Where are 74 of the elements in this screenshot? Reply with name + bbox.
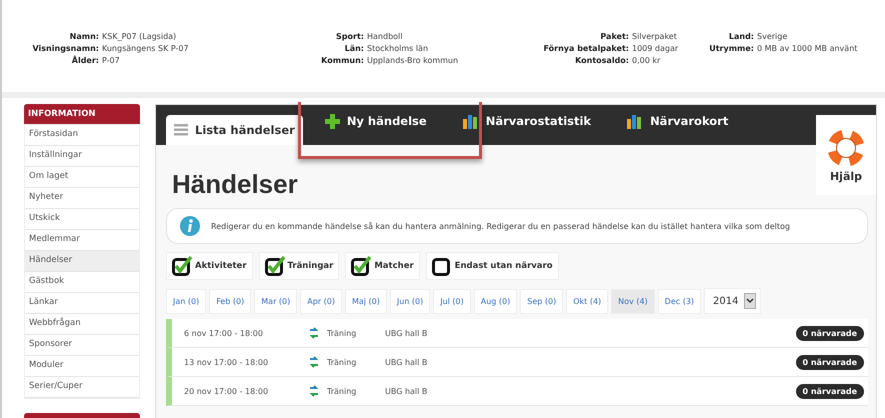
attendance-badge: 0 närvarade [796,326,864,340]
field-value: P-07 [102,56,121,65]
tab[interactable]: Lista händelser [166,115,303,145]
tab[interactable]: Närvarostatistik [448,105,606,137]
month-tab[interactable]: Jun (0) [390,288,430,314]
sidebar-item[interactable]: Inställningar [25,146,139,167]
event-time: 20 nov 17:00 - 18:00 [184,386,270,396]
sidebar-item[interactable]: Moduler [25,356,139,377]
field-label: Namn: [68,32,100,41]
sidebar-item[interactable]: Händelser [25,251,139,272]
event-row[interactable]: 13 nov 17:00 - 18:00 Träning UBG hall B 0 närvarade [166,348,868,377]
month-tab[interactable]: Jan (0) [166,288,206,314]
field-value: KSK_P07 (Lagsida) [102,32,178,41]
month-tab[interactable]: Maj (0) [344,288,387,314]
month-tab[interactable]: Mar (0) [254,288,298,314]
field-value: Kungsängens SK P-07 [102,44,190,53]
sidebar-item[interactable]: Serier/Cuper [25,377,139,398]
sidebar-item[interactable]: Nyheter [25,188,139,209]
field-label: Visningsnamn: [32,44,100,53]
field-label: Sport: [335,32,365,41]
event-time: 6 nov 17:00 - 18:00 [184,328,264,338]
event-row[interactable]: 20 nov 17:00 - 18:00 Träning UBG hall B 0 närvarade [166,377,868,406]
month-tab[interactable]: Okt (4) [566,288,608,314]
month-tab[interactable]: Dec (3) [658,288,702,314]
field-label: Kommun: [320,56,365,65]
field-value: 0,00 kr [632,56,662,65]
month-tab[interactable]: Nov (4) [611,288,655,314]
month-tab[interactable]: Jul (0) [433,288,471,314]
field-label: Ålder: [70,56,100,65]
event-type: Träning [327,358,358,366]
tab[interactable]: Ny händelse [310,105,441,137]
page-heading: Händelser [172,169,298,200]
tab[interactable]: Närvarokort [613,105,742,137]
field-value: Upplands-Bro kommun [367,56,460,65]
filter-checkbox[interactable]: Träningar [258,252,340,280]
month-tab[interactable]: Feb (0) [209,288,252,314]
sidebar-item[interactable]: Gästbok [25,272,139,293]
field-value: Silverpaket [632,32,678,41]
field-label: Land: [728,32,755,41]
field-value: Handboll [367,32,404,41]
sidebar-header: INFORMATION [24,104,140,124]
sidebar-item[interactable]: Förstasidan [25,125,139,146]
event-place: UBG hall B [385,386,428,396]
field-label: Förnya betalpaket: [542,44,630,53]
field-label: Kontosaldo: [574,56,630,65]
sidebar-item[interactable]: Sponsorer [25,335,139,356]
event-type: Träning [327,328,358,338]
field-value: 0 MB av 1000 MB använt [757,44,858,53]
filter-checkbox[interactable]: Matcher [345,252,420,280]
year-select[interactable]: 2014 [704,288,762,314]
sidebar-item[interactable]: Utskick [25,209,139,230]
field-label: Paket: [599,32,630,41]
help-button[interactable]: Hjälp [816,115,876,195]
event-type: Träning [327,386,358,396]
event-time: 13 nov 17:00 - 18:00 [184,358,270,366]
attendance-badge: 0 närvarade [796,354,864,370]
field-value: 1009 dagar [632,44,680,53]
filter-checkbox[interactable]: Endast utan närvaro [426,252,559,280]
attendance-badge: 0 närvarade [796,384,864,398]
month-tab[interactable]: Apr (0) [300,288,342,314]
info-text: Redigerar du en kommande händelse så kan du hantera anmälning. Redigerar du en passerad händelse kan du istället hantera vilka som deltog [211,222,790,230]
event-place: UBG hall B [385,358,428,366]
month-tab[interactable]: Sep (0) [520,288,564,314]
field-value: Stockholms län [367,44,430,53]
event-row[interactable]: 6 nov 17:00 - 18:00 Träning UBG hall B 0 närvarade [166,319,868,348]
month-tab[interactable]: Aug (0) [474,288,518,314]
sidebar-item[interactable]: Webbfrågan [25,314,139,335]
filter-checkbox[interactable]: Aktiviteter [166,252,253,280]
field-label: Län: [344,44,365,53]
field-label: Utrymme: [708,44,755,53]
event-place: UBG hall B [385,328,428,338]
field-value: Sverige [757,32,788,41]
sidebar-item[interactable]: Om laget [25,167,139,188]
sidebar-item[interactable]: Länkar [25,293,139,314]
